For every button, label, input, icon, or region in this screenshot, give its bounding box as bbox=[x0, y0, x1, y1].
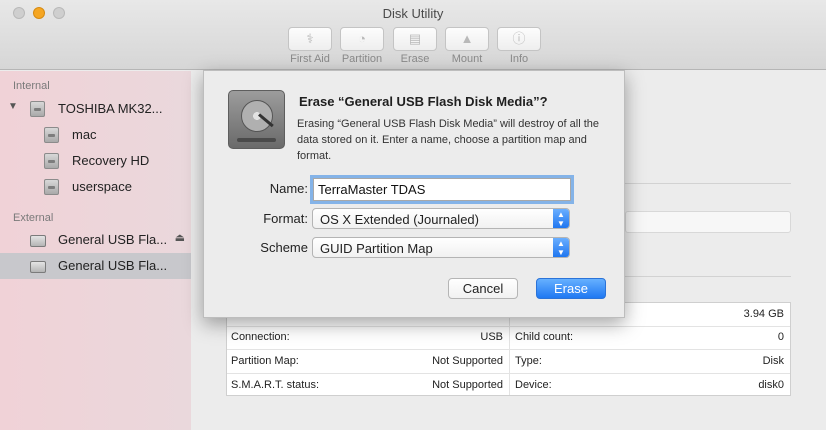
info-value: 0 bbox=[777, 331, 784, 343]
toolbar-label-mount: Mount bbox=[451, 53, 483, 65]
sidebar-item-label: TOSHIBA MK32... bbox=[58, 101, 163, 116]
toolbar-label-partition: Partition bbox=[341, 53, 383, 65]
info-icon[interactable]: ⓘ bbox=[497, 27, 541, 51]
stethoscope-icon[interactable]: ⚕ bbox=[288, 27, 332, 51]
updown-chevron-icon: ▲ ▼ bbox=[553, 238, 569, 257]
sidebar-item-label: General USB Fla... bbox=[58, 258, 168, 273]
dialog-title: Erase “General USB Flash Disk Media”? bbox=[299, 94, 548, 109]
info-value: disk0 bbox=[758, 379, 784, 391]
dialog-message: Erasing “General USB Flash Disk Media” w… bbox=[297, 118, 600, 162]
toolbar-mount[interactable]: ▲ Mount bbox=[443, 27, 491, 65]
table-row: Partition Map: Not Supported Type: Disk bbox=[227, 350, 790, 374]
name-label: Name: bbox=[269, 181, 308, 196]
sidebar-item-label: Recovery HD bbox=[72, 153, 150, 168]
sidebar-item-recovery-hd[interactable]: Recovery HD bbox=[0, 148, 191, 174]
eject-icon[interactable]: ⏏ bbox=[175, 231, 185, 244]
toolbar-info[interactable]: ⓘ Info bbox=[495, 27, 543, 65]
info-label: Partition Map: bbox=[231, 355, 299, 367]
toolbar-label-first-aid: First Aid bbox=[290, 53, 330, 65]
toolbar-label-erase: Erase bbox=[400, 53, 430, 65]
scheme-selected-value: GUID Partition Map bbox=[320, 241, 433, 256]
mount-icon[interactable]: ▲ bbox=[445, 27, 489, 51]
name-input[interactable] bbox=[313, 178, 571, 201]
volume-icon bbox=[44, 153, 59, 169]
hard-disk-icon bbox=[30, 101, 45, 117]
table-row: S.M.A.R.T. status: Not Supported Device:… bbox=[227, 374, 790, 398]
erase-dialog: Erase “General USB Flash Disk Media”? Er… bbox=[203, 70, 625, 318]
toolbar-first-aid[interactable]: ⚕ First Aid bbox=[286, 27, 334, 65]
info-label: S.M.A.R.T. status: bbox=[231, 379, 320, 391]
toolbar-partition[interactable]: ◔ Partition bbox=[338, 27, 386, 65]
format-selected-value: OS X Extended (Journaled) bbox=[320, 212, 479, 227]
window-title: Disk Utility bbox=[382, 6, 444, 21]
info-value: Not Supported bbox=[432, 379, 503, 391]
usage-bar-background bbox=[625, 211, 791, 233]
disclosure-triangle-icon[interactable]: ▼ bbox=[8, 101, 18, 112]
format-label: Format: bbox=[263, 211, 308, 226]
hard-disk-icon bbox=[228, 90, 285, 149]
sidebar: Internal ▼ TOSHIBA MK32... mac Recovery … bbox=[0, 71, 191, 430]
updown-chevron-icon: ▲ ▼ bbox=[553, 209, 569, 228]
sidebar-item-userspace[interactable]: userspace bbox=[0, 174, 191, 200]
volume-icon bbox=[44, 179, 59, 195]
usb-drive-icon bbox=[30, 235, 46, 247]
hdd-base bbox=[237, 138, 276, 142]
info-value: Disk bbox=[762, 355, 784, 367]
info-label: Child count: bbox=[515, 331, 574, 343]
sidebar-item-mac[interactable]: mac bbox=[0, 122, 191, 148]
sidebar-item-label: General USB Fla... bbox=[58, 232, 168, 247]
pie-chart-icon[interactable]: ◔ bbox=[340, 27, 384, 51]
sidebar-item-toshiba-disk[interactable]: ▼ TOSHIBA MK32... bbox=[0, 96, 191, 122]
capacity-value: 3.94 GB bbox=[743, 308, 784, 320]
usb-drive-icon bbox=[30, 261, 46, 273]
info-label: Connection: bbox=[231, 331, 290, 343]
toolbar-label-info: Info bbox=[509, 53, 529, 65]
sidebar-section-external: External bbox=[13, 212, 54, 224]
sidebar-item-label: userspace bbox=[72, 179, 132, 194]
sidebar-item-label: mac bbox=[72, 127, 97, 142]
sidebar-item-usb-volume[interactable]: General USB Fla... ⏏ bbox=[0, 227, 191, 253]
info-value: USB bbox=[480, 331, 503, 343]
toolbar-erase[interactable]: ▤ Erase bbox=[391, 27, 439, 65]
info-label: Device: bbox=[515, 379, 552, 391]
volume-icon bbox=[44, 127, 59, 143]
sidebar-item-usb-disk-selected[interactable]: General USB Fla... bbox=[0, 253, 191, 279]
format-select[interactable]: OS X Extended (Journaled) ▲ ▼ bbox=[312, 208, 570, 229]
table-row: Connection: USB Child count: 0 bbox=[227, 326, 790, 350]
title-bar: Disk Utility ⚕ First Aid ◔ Partition ▤ E… bbox=[0, 0, 826, 70]
info-value: Not Supported bbox=[432, 355, 503, 367]
erase-button[interactable]: Erase bbox=[536, 278, 606, 299]
scheme-label: Scheme bbox=[260, 240, 308, 255]
hdd-platter bbox=[241, 100, 273, 132]
erase-disk-icon[interactable]: ▤ bbox=[393, 27, 437, 51]
divider bbox=[625, 183, 791, 184]
divider bbox=[625, 276, 791, 277]
scheme-select[interactable]: GUID Partition Map ▲ ▼ bbox=[312, 237, 570, 258]
cancel-button[interactable]: Cancel bbox=[448, 278, 518, 299]
info-label: Type: bbox=[515, 355, 542, 367]
disk-utility-window: Disk Utility ⚕ First Aid ◔ Partition ▤ E… bbox=[0, 0, 826, 430]
sidebar-section-internal: Internal bbox=[13, 80, 50, 92]
